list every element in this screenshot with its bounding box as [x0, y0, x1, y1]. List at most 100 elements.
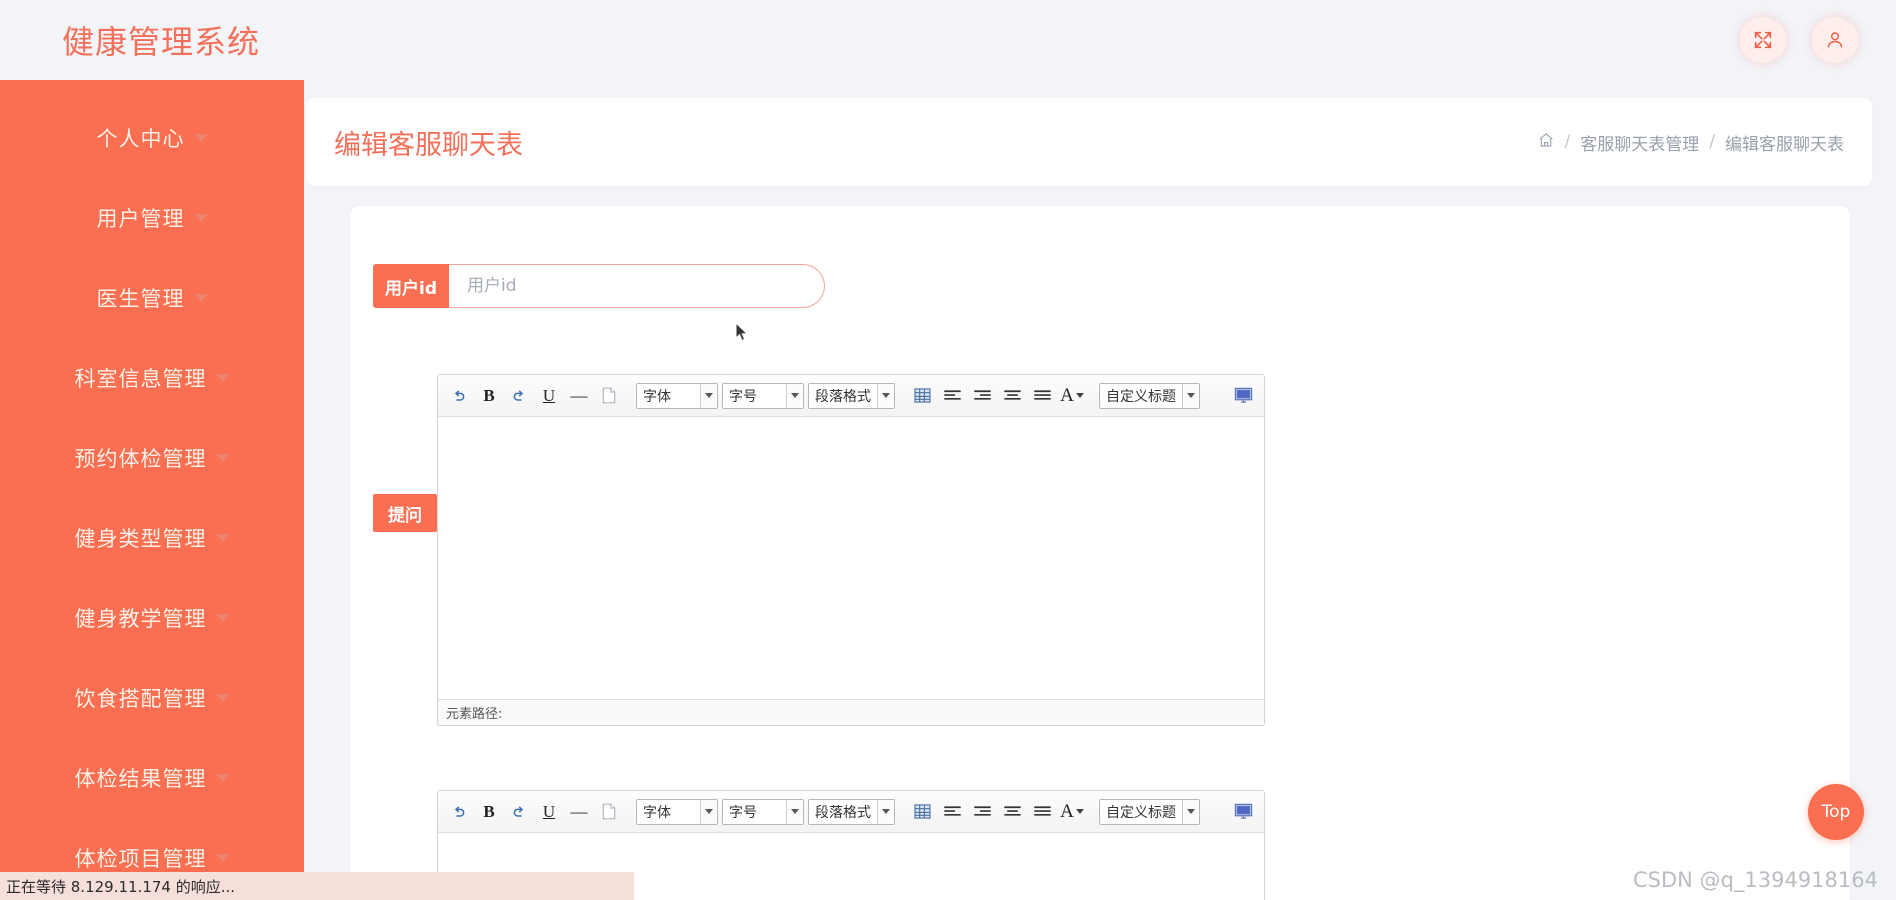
horizontal-rule-button[interactable]: — [566, 799, 592, 825]
question-editor-status: 元素路径: [438, 699, 1264, 725]
chevron-down-icon [786, 799, 803, 824]
page-icon[interactable] [596, 799, 622, 825]
align-right-icon[interactable] [969, 383, 995, 409]
font-size-select[interactable]: 字号 [722, 798, 804, 825]
chevron-down-icon [215, 614, 230, 622]
app-brand-title: 健康管理系统 [62, 23, 261, 61]
paragraph-format-value: 段落格式 [815, 804, 871, 821]
chevron-down-icon [700, 799, 717, 824]
chevron-down-icon [193, 294, 208, 302]
redo-icon[interactable] [506, 383, 532, 409]
sidebar[interactable]: 个人中心 用户管理 医生管理 科室信息管理 预约体检管理 健身类型管理 健身教学… [0, 80, 304, 900]
app-root: 健康管理系统 个人中心 用户管理 医生管理 科室信息管理 预约体检管理 健身类型… [0, 0, 1896, 900]
sidebar-item-label: 预约体检管理 [74, 447, 207, 471]
breadcrumb-separator: / [1564, 132, 1571, 152]
sidebar-item-label: 用户管理 [96, 207, 185, 231]
breadcrumb-item-current: 编辑客服聊天表 [1725, 134, 1844, 155]
chevron-down-icon [877, 383, 894, 408]
sidebar-item-label: 科室信息管理 [74, 367, 207, 391]
sidebar-item-label: 体检结果管理 [74, 767, 207, 791]
justify-icon[interactable] [1029, 383, 1055, 409]
chevron-down-icon [193, 214, 208, 222]
expand-arrows-icon [1752, 29, 1774, 51]
font-size-select[interactable]: 字号 [722, 382, 804, 409]
chevron-down-icon [215, 854, 230, 862]
sidebar-item-personal-center[interactable]: 个人中心 [0, 98, 304, 178]
paragraph-format-select[interactable]: 段落格式 [808, 798, 895, 825]
font-size-value: 字号 [729, 804, 757, 821]
question-editor[interactable]: B U — 字体 字号 段落格式 A 自定义标题 元素路径: [437, 374, 1265, 726]
custom-title-value: 自定义标题 [1106, 388, 1176, 405]
browser-status-bar: 正在等待 8.129.11.174 的响应... [0, 872, 634, 900]
editor-fullscreen-button[interactable] [1230, 383, 1256, 409]
sidebar-item-diet-plan-management[interactable]: 饮食搭配管理 [0, 658, 304, 738]
text-color-letter: A [1060, 800, 1074, 822]
chevron-down-icon [215, 694, 230, 702]
back-to-top-button[interactable]: Top [1808, 784, 1864, 840]
sidebar-item-checkup-result-management[interactable]: 体检结果管理 [0, 738, 304, 818]
sidebar-item-fitness-type-management[interactable]: 健身类型管理 [0, 498, 304, 578]
editor-toolbar[interactable]: B U — 字体 字号 段落格式 A 自定义标题 [438, 791, 1264, 833]
user-id-input[interactable] [449, 264, 825, 308]
chevron-down-icon [1075, 393, 1084, 398]
sidebar-item-label: 健身教学管理 [74, 607, 207, 631]
align-center-icon[interactable] [999, 799, 1025, 825]
text-color-letter: A [1060, 384, 1074, 406]
page-icon[interactable] [596, 383, 622, 409]
sidebar-item-fitness-teaching-management[interactable]: 健身教学管理 [0, 578, 304, 658]
undo-icon[interactable] [446, 799, 472, 825]
user-menu-button[interactable] [1812, 17, 1858, 63]
bold-button[interactable]: B [476, 799, 502, 825]
font-size-value: 字号 [729, 388, 757, 405]
chevron-down-icon [877, 799, 894, 824]
align-left-icon[interactable] [939, 383, 965, 409]
watermark-text: CSDN @q_1394918164 [1633, 868, 1878, 892]
sidebar-item-label: 体检项目管理 [74, 847, 207, 871]
sidebar-item-doctor-management[interactable]: 医生管理 [0, 258, 304, 338]
bold-button[interactable]: B [476, 383, 502, 409]
underline-button[interactable]: U [536, 383, 562, 409]
chevron-down-icon [786, 383, 803, 408]
underline-button[interactable]: U [536, 799, 562, 825]
justify-icon[interactable] [1029, 799, 1055, 825]
content-card: 用户id 提问 B [350, 206, 1850, 900]
page-header-card: 编辑客服聊天表 / 客服聊天表管理 / 编辑客服聊天表 [306, 98, 1872, 186]
chevron-down-icon [700, 383, 717, 408]
align-left-icon[interactable] [939, 799, 965, 825]
user-avatar-icon [1824, 29, 1846, 51]
align-center-icon[interactable] [999, 383, 1025, 409]
paragraph-format-select[interactable]: 段落格式 [808, 382, 895, 409]
redo-icon[interactable] [506, 799, 532, 825]
question-editor-body[interactable] [438, 417, 1264, 699]
font-family-value: 字体 [643, 804, 671, 821]
custom-title-value: 自定义标题 [1106, 804, 1176, 821]
text-color-button[interactable]: A [1059, 383, 1085, 409]
custom-title-select[interactable]: 自定义标题 [1099, 798, 1200, 825]
sidebar-item-label: 健身类型管理 [74, 527, 207, 551]
text-color-button[interactable]: A [1059, 799, 1085, 825]
chevron-down-icon [215, 534, 230, 542]
editor-toolbar[interactable]: B U — 字体 字号 段落格式 A 自定义标题 [438, 375, 1264, 417]
align-right-icon[interactable] [969, 799, 995, 825]
table-icon[interactable] [909, 383, 935, 409]
sidebar-item-user-management[interactable]: 用户管理 [0, 178, 304, 258]
sidebar-item-label: 个人中心 [96, 127, 185, 151]
chevron-down-icon [1182, 799, 1199, 824]
font-family-select[interactable]: 字体 [636, 382, 718, 409]
editor-fullscreen-button[interactable] [1230, 799, 1256, 825]
custom-title-select[interactable]: 自定义标题 [1099, 382, 1200, 409]
sidebar-item-appointment-checkup-management[interactable]: 预约体检管理 [0, 418, 304, 498]
breadcrumb-separator: / [1709, 132, 1715, 152]
home-icon[interactable] [1537, 131, 1555, 154]
question-field-badge: 提问 [373, 494, 437, 532]
sidebar-item-department-info-management[interactable]: 科室信息管理 [0, 338, 304, 418]
undo-icon[interactable] [446, 383, 472, 409]
chevron-down-icon [1182, 383, 1199, 408]
table-icon[interactable] [909, 799, 935, 825]
horizontal-rule-button[interactable]: — [566, 383, 592, 409]
fullscreen-button[interactable] [1740, 17, 1786, 63]
sidebar-item-label: 医生管理 [96, 287, 185, 311]
breadcrumb-item-chat-management[interactable]: 客服聊天表管理 [1580, 130, 1699, 155]
font-family-select[interactable]: 字体 [636, 798, 718, 825]
sidebar-item-label: 饮食搭配管理 [74, 687, 207, 711]
